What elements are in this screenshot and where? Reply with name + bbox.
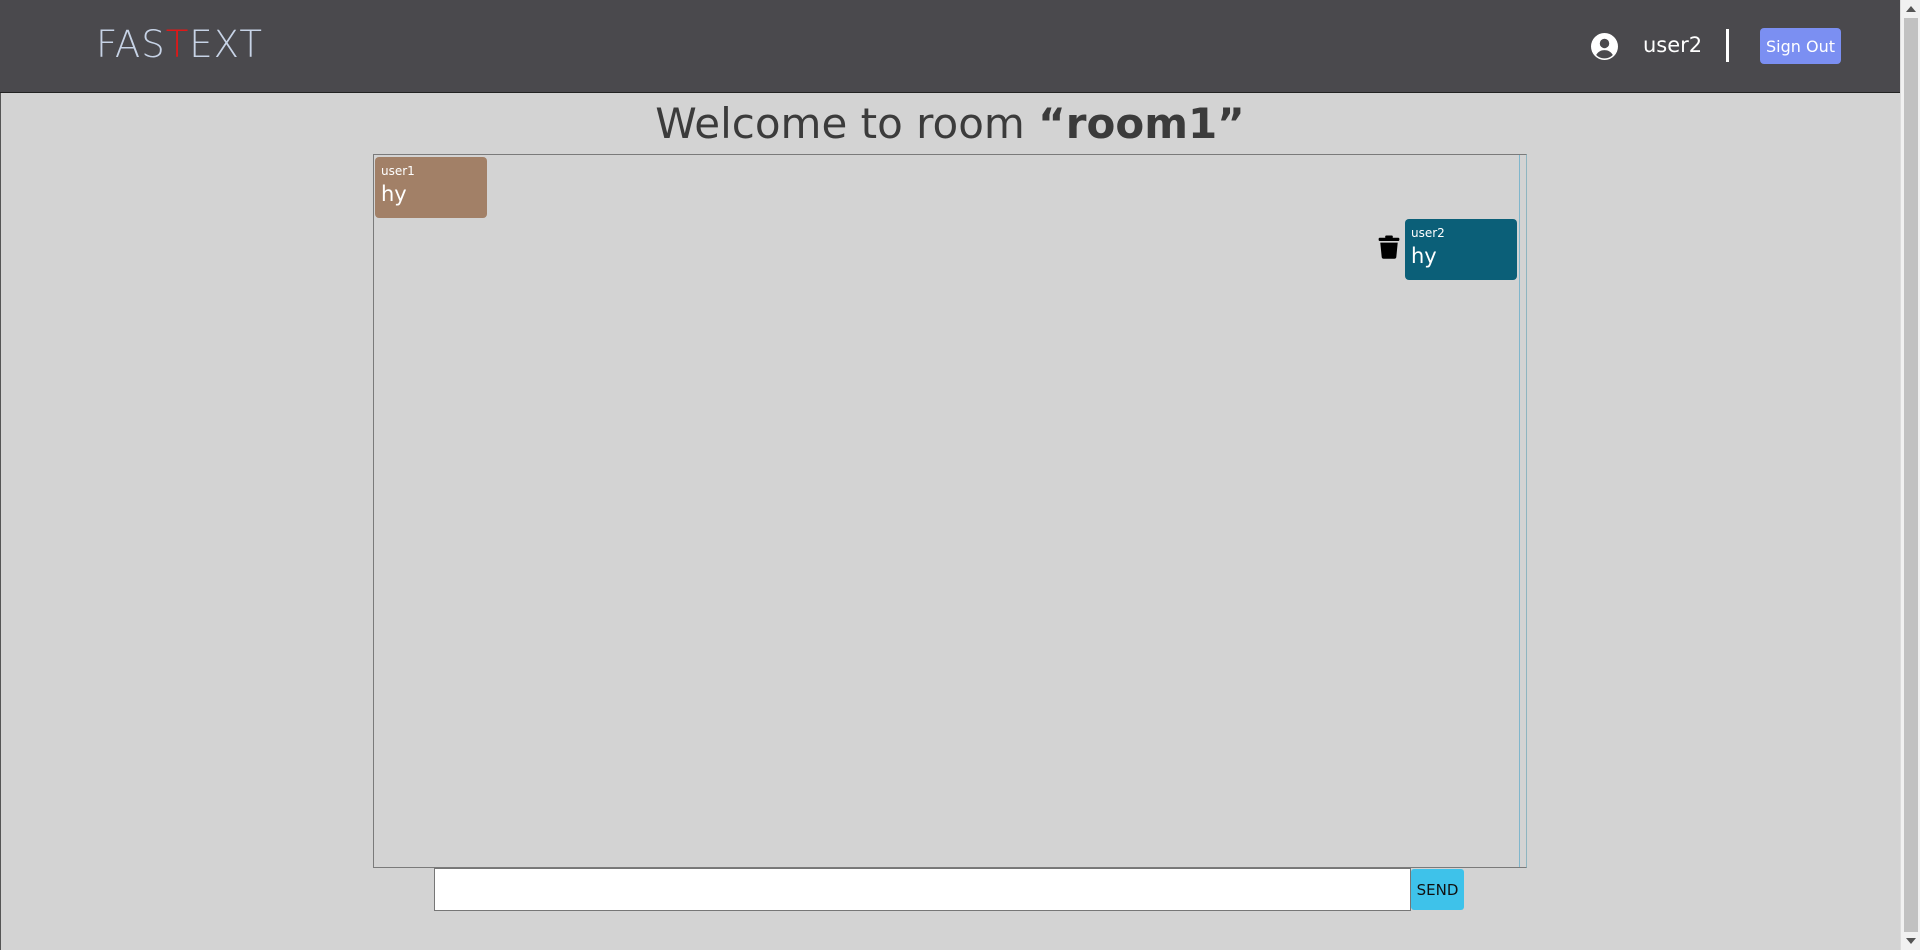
- scroll-down-arrow-icon[interactable]: [1906, 938, 1916, 944]
- scroll-up-arrow-icon[interactable]: [1906, 6, 1916, 12]
- chat-messages-panel[interactable]: user1 hy user2 hy: [373, 154, 1527, 868]
- message-bubble-incoming: user1 hy: [375, 157, 487, 218]
- message-bubble-outgoing: user2 hy: [1405, 219, 1517, 280]
- send-button[interactable]: SEND: [1411, 869, 1464, 910]
- page-scrollbar[interactable]: [1900, 0, 1920, 950]
- trash-icon[interactable]: [1378, 235, 1400, 259]
- logo-prefix: FAS: [96, 23, 166, 66]
- app-logo[interactable]: FASTEXT: [96, 22, 263, 68]
- message-text: hy: [1411, 244, 1437, 268]
- navbar-divider: [1726, 29, 1729, 62]
- message-text: hy: [381, 182, 407, 206]
- room-name: “room1”: [1038, 99, 1245, 148]
- sign-out-button[interactable]: Sign Out: [1760, 28, 1841, 64]
- user-area: user2 Sign Out: [1300, 0, 1900, 93]
- message-sender: user1: [381, 164, 415, 178]
- chat-panel-inner-line: [1519, 155, 1520, 867]
- page-title: Welcome to room “room1”: [0, 95, 1900, 153]
- navbar: FASTEXT user2 Sign Out: [0, 0, 1900, 93]
- message-sender: user2: [1411, 226, 1445, 240]
- logo-suffix: EXT: [189, 23, 263, 66]
- room-title-prefix: Welcome to room: [655, 99, 1039, 148]
- user-circle-icon: [1591, 33, 1618, 60]
- logo-accent: T: [165, 23, 190, 66]
- scrollbar-thumb[interactable]: [1904, 18, 1918, 932]
- message-input[interactable]: [434, 868, 1411, 911]
- page-left-edge: [0, 93, 1, 950]
- current-username: user2: [1643, 33, 1703, 57]
